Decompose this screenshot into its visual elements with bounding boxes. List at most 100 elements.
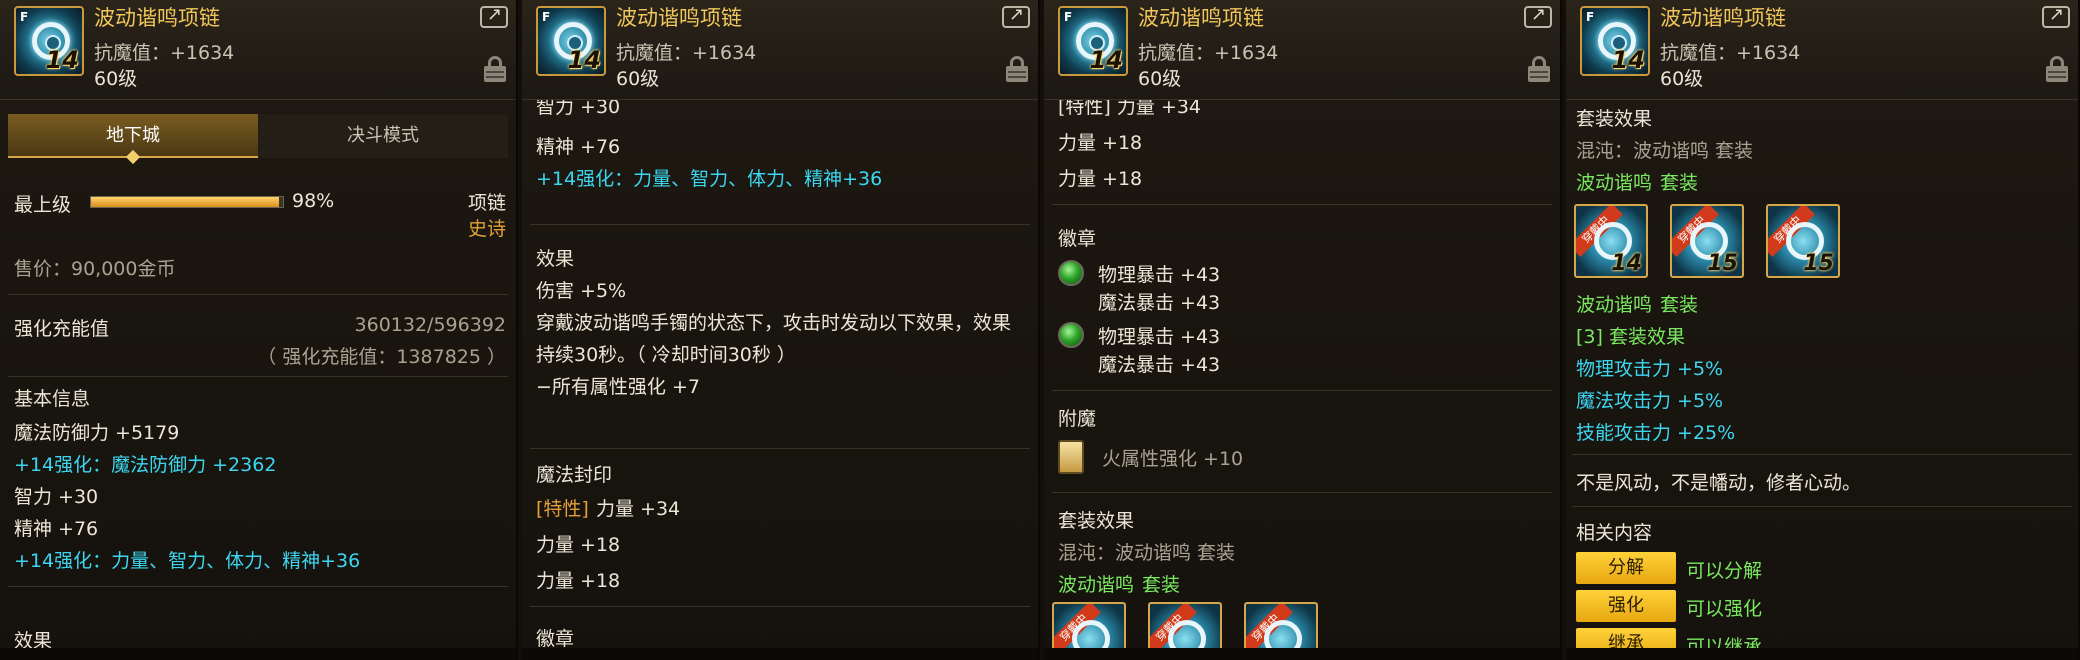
mode-tabs: 地下城 决斗模式 xyxy=(8,114,508,165)
related-title: 相关内容 xyxy=(1576,522,1653,544)
disassemble-button[interactable]: 分解 xyxy=(1576,552,1676,584)
seal-line: 力量 +18 xyxy=(536,570,621,592)
enhance-level: 14 xyxy=(567,46,601,74)
item-level: 60级 xyxy=(1138,68,1182,90)
lock-icon[interactable] xyxy=(2046,56,2068,82)
item-stat: 抗魔值：+1634 xyxy=(94,42,235,64)
item-level: 60级 xyxy=(94,68,138,90)
set-item-icon[interactable]: 穿戴中14 xyxy=(1574,204,1648,278)
icon-tag: F xyxy=(1064,10,1073,24)
item-name: 波动谐鸣项链 xyxy=(94,6,220,30)
seal-special: 力量 +34 xyxy=(596,498,681,520)
basic-info-line: 智力 +30 xyxy=(14,486,99,508)
stat-line: 力量 +18 xyxy=(1058,168,1143,190)
grade-label: 最上级 xyxy=(14,194,72,216)
charge-value: 360132/596392 xyxy=(354,314,506,336)
basic-info-line: +14强化：力量、智力、体力、精神+36 xyxy=(14,550,361,572)
emblem-title: 徽章 xyxy=(536,628,575,650)
enchant-card-icon xyxy=(1058,440,1084,474)
icon-tag: F xyxy=(20,10,29,24)
seal-special-tag: [特性] xyxy=(536,498,589,520)
seal-line: 力量 +18 xyxy=(536,534,621,556)
flavor-text: 不是风动，不是幡动，修者心动。 xyxy=(1576,472,1862,494)
set-bonus-label: [3] 套装效果 xyxy=(1576,326,1685,348)
set-suffix: 套装 xyxy=(1142,574,1181,596)
tab-pvp[interactable]: 决斗模式 xyxy=(258,114,508,158)
enhance-level: 14 xyxy=(1611,46,1645,74)
stat-line: 力量 +18 xyxy=(1058,132,1143,154)
item-level: 60级 xyxy=(1660,68,1704,90)
set-item-level: 15 xyxy=(1803,251,1834,276)
seal-title: 魔法封印 xyxy=(536,464,613,486)
basic-info-line: 精神 +76 xyxy=(14,518,99,540)
enhance-level: 14 xyxy=(1089,46,1123,74)
tooltip-panel-3: [特性] 力量 +34 力量 +18 力量 +18 徽章 物理暴击 +43 魔法… xyxy=(1044,0,1562,660)
effect-line: 伤害 +5% xyxy=(536,280,627,302)
set-item-icon[interactable]: 穿戴中15 xyxy=(1766,204,1840,278)
effect-line: 穿戴波动谐鸣手镯的状态下，攻击时发动以下效果，效果 xyxy=(536,312,1012,334)
grade-bar xyxy=(90,196,284,208)
emblem-gem-icon xyxy=(1058,322,1084,348)
set-title: 套装效果 xyxy=(1576,108,1653,130)
grade-bar-fill xyxy=(91,197,280,207)
set-name: 波动谐鸣 xyxy=(1576,294,1653,316)
item-stat: 抗魔值：+1634 xyxy=(616,42,757,64)
set-name: 波动谐鸣 xyxy=(1576,172,1653,194)
charge-note: （ 强化充能值：1387825 ） xyxy=(257,346,506,368)
emblem-gem-icon xyxy=(1058,260,1084,286)
item-name: 波动谐鸣项链 xyxy=(1660,6,1786,30)
item-icon: F 14 xyxy=(14,6,84,76)
set-item-level: 14 xyxy=(1611,251,1642,276)
effect-line: 持续30秒。（ 冷却时间30秒 ） xyxy=(536,344,796,366)
item-stat: 抗魔值：+1634 xyxy=(1660,42,1801,64)
set-bonus-line: 技能攻击力 +25% xyxy=(1576,422,1736,444)
item-level: 60级 xyxy=(616,68,660,90)
sell-price: 售价：90,000金币 xyxy=(14,258,176,280)
share-icon[interactable] xyxy=(1002,4,1030,28)
charge-label: 强化充能值 xyxy=(14,318,110,340)
item-header: F 14 波动谐鸣项链 抗魔值：+1634 60级 xyxy=(0,0,516,100)
enhance-button[interactable]: 强化 xyxy=(1576,590,1676,622)
emblem-title: 徽章 xyxy=(1058,228,1097,250)
item-icon: F 14 xyxy=(536,6,606,76)
share-icon[interactable] xyxy=(480,4,508,28)
item-header: F 14 波动谐鸣项链 抗魔值：+1634 60级 xyxy=(522,0,1038,100)
emblem-line: 物理暴击 +43 xyxy=(1098,264,1221,286)
rarity: 史诗 xyxy=(467,218,506,240)
set-bonus-line: 物理攻击力 +5% xyxy=(1576,358,1724,380)
set-item-icon[interactable]: 穿戴中15 xyxy=(1670,204,1744,278)
emblem-line: 魔法暴击 +43 xyxy=(1098,354,1221,376)
icon-tag: F xyxy=(542,10,551,24)
item-header: F 14 波动谐鸣项链 抗魔值：+1634 60级 xyxy=(1566,0,2078,100)
item-name: 波动谐鸣项链 xyxy=(616,6,742,30)
enhance-line: +14强化：力量、智力、体力、精神+36 xyxy=(536,168,883,190)
related-desc: 可以分解 xyxy=(1686,560,1763,582)
enchant-value: 火属性强化 +10 xyxy=(1102,448,1244,470)
share-icon[interactable] xyxy=(1524,4,1552,28)
effect-line: −所有属性强化 +7 xyxy=(536,376,700,398)
share-icon[interactable] xyxy=(2042,4,2070,28)
item-icon: F 14 xyxy=(1580,6,1650,76)
basic-info-line: 魔法防御力 +5179 xyxy=(14,422,180,444)
set-bonus-line: 魔法攻击力 +5% xyxy=(1576,390,1724,412)
lock-icon[interactable] xyxy=(1528,56,1550,82)
set-title: 套装效果 xyxy=(1058,510,1135,532)
item-header: F 14 波动谐鸣项链 抗魔值：+1634 60级 xyxy=(1044,0,1560,100)
tooltip-panel-4: F 14 波动谐鸣项链 抗魔值：+1634 60级 套装效果 混沌：波动谐鸣 套… xyxy=(1566,0,2080,660)
set-sub: 混沌：波动谐鸣 套装 xyxy=(1576,140,1754,162)
set-item-level: 15 xyxy=(1707,251,1738,276)
item-stat: 抗魔值：+1634 xyxy=(1138,42,1279,64)
set-suffix: 套装 xyxy=(1660,294,1699,316)
lock-icon[interactable] xyxy=(1006,56,1028,82)
related-desc: 可以强化 xyxy=(1686,598,1763,620)
grade-percent: 98% xyxy=(292,190,335,212)
item-icon: F 14 xyxy=(1058,6,1128,76)
emblem-line: 魔法暴击 +43 xyxy=(1098,292,1221,314)
set-suffix: 套装 xyxy=(1660,172,1699,194)
stat-line: 精神 +76 xyxy=(536,136,621,158)
lock-icon[interactable] xyxy=(484,56,506,82)
set-sub: 混沌：波动谐鸣 套装 xyxy=(1058,542,1236,564)
icon-tag: F xyxy=(1586,10,1595,24)
basic-info-title: 基本信息 xyxy=(14,388,91,410)
slot-type: 项链 xyxy=(467,192,506,214)
